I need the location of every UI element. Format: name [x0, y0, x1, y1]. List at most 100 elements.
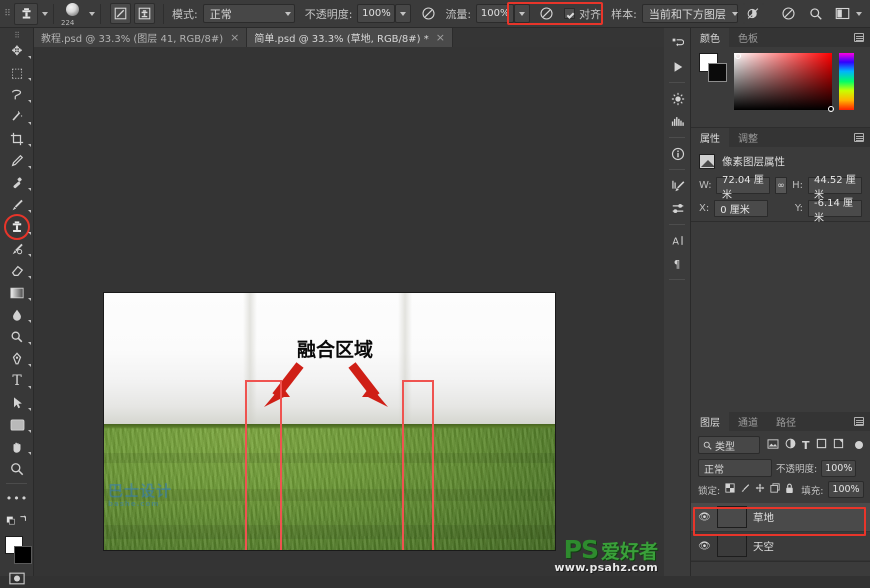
height-field[interactable]: 44.52 厘米: [808, 175, 862, 201]
close-icon[interactable]: ×: [230, 31, 239, 44]
layer-row-sky[interactable]: 👁 天空: [691, 532, 870, 561]
hand-tool[interactable]: [0, 436, 34, 458]
histogram-panel-icon[interactable]: [664, 110, 691, 133]
document-tab-1[interactable]: 简单.psd @ 33.3% (草地, RGB/8#) * ×: [247, 28, 453, 47]
actions-panel-icon[interactable]: [664, 55, 691, 78]
zoom-tool[interactable]: [0, 458, 34, 480]
history-panel-icon[interactable]: [664, 32, 691, 55]
tab-adjustments[interactable]: 调整: [729, 128, 767, 147]
path-selection-tool[interactable]: [0, 392, 34, 414]
layer-thumbnail[interactable]: [717, 535, 747, 557]
layer-thumbnail[interactable]: [717, 506, 747, 528]
info-panel-icon[interactable]: [664, 142, 691, 165]
filter-type-icon[interactable]: T: [802, 439, 810, 452]
layer-row-grass[interactable]: 👁 草地: [691, 503, 870, 532]
flow-field[interactable]: 100%: [476, 4, 515, 23]
color-field-handle-secondary[interactable]: [828, 106, 834, 112]
rectangular-marquee-tool[interactable]: ⬚: [0, 62, 34, 84]
image-canvas[interactable]: 融合区域 巴士设计 bashe.com: [104, 293, 555, 550]
smoothing-button[interactable]: [536, 4, 556, 24]
layer-opacity-value[interactable]: 100%: [821, 459, 857, 477]
panel-menu-icon[interactable]: [854, 417, 864, 426]
ignore-adjustment-layers-button[interactable]: [742, 3, 764, 24]
magic-wand-tool[interactable]: [0, 106, 34, 128]
tab-color[interactable]: 颜色: [691, 28, 729, 47]
filter-pixel-icon[interactable]: [767, 438, 779, 452]
sample-dropdown[interactable]: 当前和下方图层: [641, 4, 738, 23]
color-panel-swatches[interactable]: [699, 53, 727, 83]
opacity-field[interactable]: 100%: [357, 4, 396, 23]
opacity-dropdown[interactable]: [395, 4, 412, 23]
color-swatches[interactable]: [0, 534, 34, 568]
layer-filter-dropdown[interactable]: 类型: [698, 436, 760, 454]
link-dimensions-icon[interactable]: ∞: [775, 177, 788, 194]
align-checkbox[interactable]: [564, 8, 576, 19]
filter-shape-icon[interactable]: [816, 438, 827, 452]
rectangle-shape-tool[interactable]: [0, 414, 34, 436]
history-brush-tool[interactable]: [0, 238, 34, 260]
layer-visibility-icon[interactable]: 👁: [698, 541, 711, 552]
background-color-swatch[interactable]: [14, 546, 32, 564]
type-tool[interactable]: T: [0, 370, 34, 392]
toggle-clone-source-button[interactable]: [134, 3, 155, 24]
paragraph-panel-icon[interactable]: ¶: [664, 252, 691, 275]
toggle-brush-panel-button[interactable]: [110, 3, 131, 24]
close-icon[interactable]: ×: [436, 31, 445, 44]
lasso-tool[interactable]: [0, 84, 34, 106]
panel-menu-icon[interactable]: [854, 133, 864, 142]
spot-healing-brush-tool[interactable]: [0, 172, 34, 194]
blur-tool[interactable]: [0, 304, 34, 326]
filter-smart-object-icon[interactable]: [833, 438, 844, 452]
lock-all-icon[interactable]: [785, 483, 794, 497]
lock-transparency-icon[interactable]: [725, 483, 735, 496]
x-field[interactable]: 0 厘米: [714, 200, 769, 217]
airbrush-button[interactable]: [418, 4, 438, 24]
adjustments-panel-icon[interactable]: [664, 87, 691, 110]
brush-size-preview[interactable]: 224: [59, 2, 85, 27]
canvas-area[interactable]: 融合区域 巴士设计 bashe.com PS 爱好者 www.psahz.com: [34, 47, 664, 576]
default-colors-button[interactable]: [0, 509, 34, 531]
hue-slider[interactable]: [839, 53, 854, 110]
eraser-tool[interactable]: [0, 260, 34, 282]
active-tool-preset-button[interactable]: [14, 2, 38, 25]
tablet-pressure-button[interactable]: [779, 4, 799, 24]
pen-tool[interactable]: [0, 348, 34, 370]
quick-mask-button[interactable]: [0, 568, 34, 588]
brush-tool[interactable]: [0, 194, 34, 216]
tab-channels[interactable]: 通道: [729, 412, 767, 431]
blend-mode-dropdown[interactable]: 正常: [202, 4, 295, 23]
panel-menu-icon[interactable]: [854, 33, 864, 42]
brush-picker-caret-icon[interactable]: [89, 11, 95, 16]
filter-toggle-icon[interactable]: [855, 441, 863, 449]
character-panel-icon[interactable]: A: [664, 229, 691, 252]
filter-adjustment-icon[interactable]: [785, 438, 796, 452]
flow-dropdown[interactable]: [514, 4, 531, 23]
background-color-swatch[interactable]: [708, 63, 727, 82]
workspace-switcher-button[interactable]: [832, 4, 852, 24]
options-bar-grip[interactable]: ⠿: [0, 0, 14, 28]
dodge-tool[interactable]: [0, 326, 34, 348]
layer-blend-mode-dropdown[interactable]: 正常: [698, 459, 772, 477]
tab-layers[interactable]: 图层: [691, 412, 729, 431]
workspace-caret-icon[interactable]: [856, 11, 862, 16]
clone-stamp-tool[interactable]: [0, 214, 34, 240]
align-checkbox-group[interactable]: 对齐: [564, 6, 601, 22]
brush-presets-panel-icon[interactable]: [664, 197, 691, 220]
crop-tool[interactable]: [0, 128, 34, 150]
color-field-handle[interactable]: [735, 53, 741, 59]
lock-image-icon[interactable]: [740, 483, 750, 496]
fill-value[interactable]: 100%: [828, 481, 864, 498]
layer-visibility-icon[interactable]: 👁: [698, 512, 711, 523]
tab-paths[interactable]: 路径: [767, 412, 805, 431]
move-tool[interactable]: ✥: [0, 40, 34, 62]
toolbox-grip[interactable]: ⠿: [0, 30, 33, 40]
eyedropper-tool[interactable]: [0, 150, 34, 172]
tool-preset-caret-icon[interactable]: [42, 11, 48, 16]
width-field[interactable]: 72.04 厘米: [716, 175, 770, 201]
lock-position-icon[interactable]: [755, 483, 765, 496]
brush-settings-panel-icon[interactable]: [664, 174, 691, 197]
search-button[interactable]: [806, 4, 826, 24]
document-tab-0[interactable]: 教程.psd @ 33.3% (图层 41, RGB/8#) ×: [34, 28, 248, 47]
tab-swatches[interactable]: 色板: [729, 28, 767, 47]
color-field[interactable]: [734, 53, 834, 112]
